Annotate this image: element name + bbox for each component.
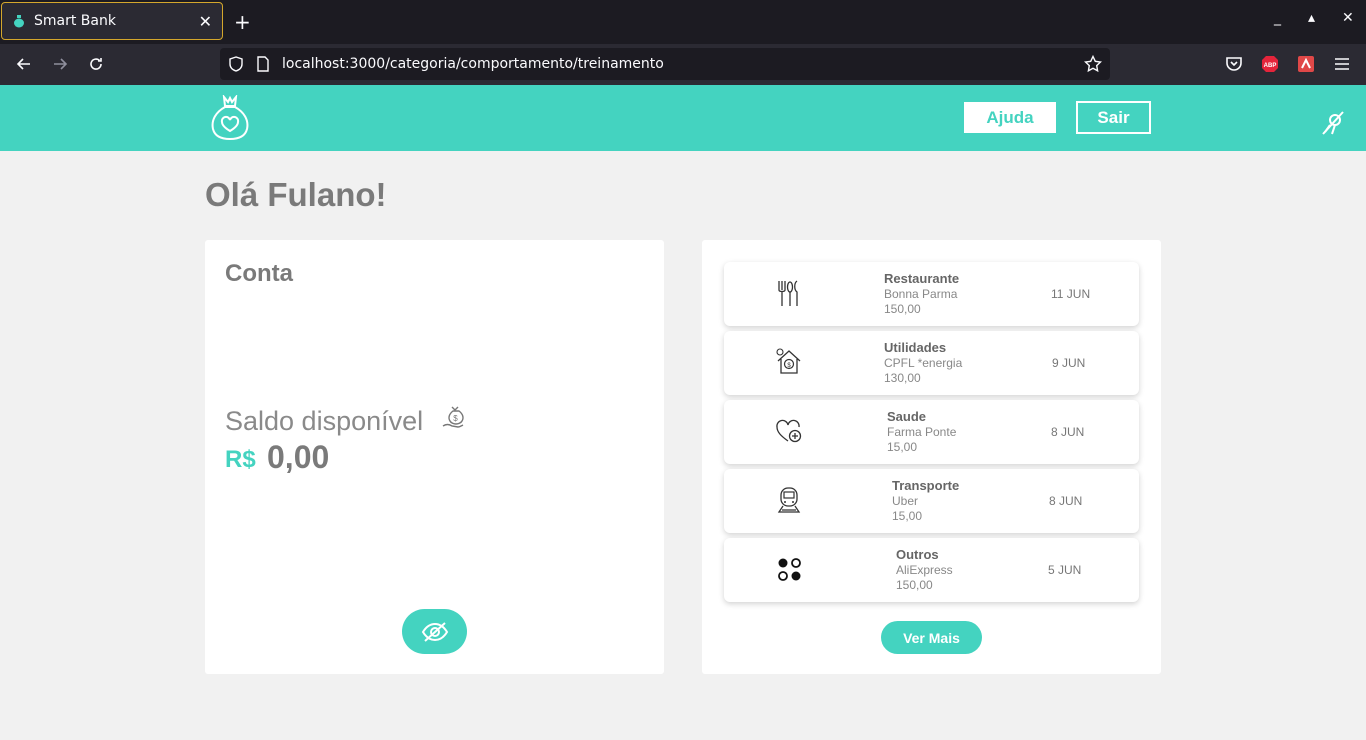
dots-icon <box>774 554 804 584</box>
see-more-button[interactable]: Ver Mais <box>881 621 982 654</box>
transaction-item[interactable]: Saude Farma Ponte 15,00 8 JUN <box>724 400 1139 464</box>
transaction-item[interactable]: Outros AliExpress 150,00 5 JUN <box>724 538 1139 602</box>
app-header: Ajuda Sair <box>0 85 1366 151</box>
page-icon <box>256 56 270 76</box>
transaction-item[interactable]: $ Utilidades CPFL *energia 130,00 9 JUN <box>724 331 1139 395</box>
balance-amount: 0,00 <box>267 439 330 475</box>
minimize-button[interactable]: _ <box>1274 10 1281 26</box>
reload-icon[interactable] <box>84 52 108 76</box>
transaction-category: Transporte <box>892 478 960 493</box>
page-title: Olá Fulano! <box>205 176 387 213</box>
transaction-description: Uber <box>892 494 919 508</box>
svg-text:ABP: ABP <box>1264 63 1277 69</box>
menu-icon[interactable] <box>1332 54 1352 74</box>
transaction-value: 15,00 <box>887 440 918 454</box>
url-bar[interactable]: localhost:3000/categoria/comportamento/t… <box>220 48 1110 80</box>
account-card: Conta Saldo disponível $ R$ 0,00 <box>205 240 664 674</box>
toggle-balance-visibility-button[interactable] <box>402 609 467 654</box>
transaction-item[interactable]: Transporte Uber 15,00 8 JUN <box>724 469 1139 533</box>
url-text[interactable]: localhost:3000/categoria/comportamento/t… <box>282 56 664 72</box>
transaction-value: 150,00 <box>896 578 933 592</box>
money-bag-favicon-icon <box>12 14 26 28</box>
transaction-date: 8 JUN <box>1049 494 1083 508</box>
transaction-category: Utilidades <box>884 340 947 355</box>
train-icon <box>774 485 804 515</box>
hand-money-bag-icon: $ <box>441 404 469 432</box>
transaction-date: 8 JUN <box>1051 425 1085 439</box>
close-window-button[interactable]: ✕ <box>1342 10 1354 26</box>
transaction-description: CPFL *energia <box>884 356 963 370</box>
transactions-card: Restaurante Bonna Parma 150,00 11 JUN $ … <box>702 240 1161 674</box>
transaction-date: 9 JUN <box>1052 356 1086 370</box>
health-heart-icon <box>774 416 804 446</box>
currency-symbol: R$ <box>225 446 256 473</box>
transaction-description: Bonna Parma <box>884 287 958 301</box>
transaction-category: Outros <box>896 547 939 562</box>
browser-navbar: localhost:3000/categoria/comportamento/t… <box>0 44 1366 85</box>
transaction-date: 5 JUN <box>1048 563 1082 577</box>
extension-icon[interactable] <box>1296 54 1316 74</box>
transaction-value: 15,00 <box>892 509 923 523</box>
maximize-button[interactable]: ▴ <box>1308 10 1315 26</box>
browser-tab[interactable]: Smart Bank ✕ <box>1 2 223 40</box>
house-money-icon: $ <box>774 347 804 377</box>
forward-icon[interactable] <box>48 52 72 76</box>
accessibility-toggle-icon[interactable] <box>1318 107 1348 137</box>
transaction-category: Saude <box>887 409 927 424</box>
bookmark-star-icon[interactable] <box>1083 54 1103 77</box>
transaction-date: 11 JUN <box>1051 287 1091 301</box>
transaction-description: AliExpress <box>896 563 953 577</box>
logout-button[interactable]: Sair <box>1076 101 1151 134</box>
adblock-icon[interactable]: ABP <box>1260 54 1280 74</box>
cutlery-icon <box>774 278 804 308</box>
shield-icon[interactable] <box>228 56 244 76</box>
transaction-description: Farma Ponte <box>887 425 957 439</box>
new-tab-button[interactable]: + <box>234 10 251 34</box>
browser-tabbar: Smart Bank ✕ + _ ▴ ✕ <box>0 0 1366 44</box>
eye-slash-icon <box>421 621 448 642</box>
pocket-icon[interactable] <box>1224 54 1244 74</box>
money-bag-logo-icon[interactable] <box>209 93 251 141</box>
tab-close-icon[interactable]: ✕ <box>199 12 212 31</box>
transaction-value: 130,00 <box>884 371 921 385</box>
balance-label: Saldo disponível <box>225 406 424 436</box>
tab-title: Smart Bank <box>34 13 116 29</box>
transaction-value: 150,00 <box>884 302 921 316</box>
transaction-item[interactable]: Restaurante Bonna Parma 150,00 11 JUN <box>724 262 1139 326</box>
svg-text:$: $ <box>453 414 458 423</box>
help-button[interactable]: Ajuda <box>964 102 1056 133</box>
back-icon[interactable] <box>12 52 36 76</box>
account-title: Conta <box>225 260 293 287</box>
transaction-category: Restaurante <box>884 271 960 286</box>
